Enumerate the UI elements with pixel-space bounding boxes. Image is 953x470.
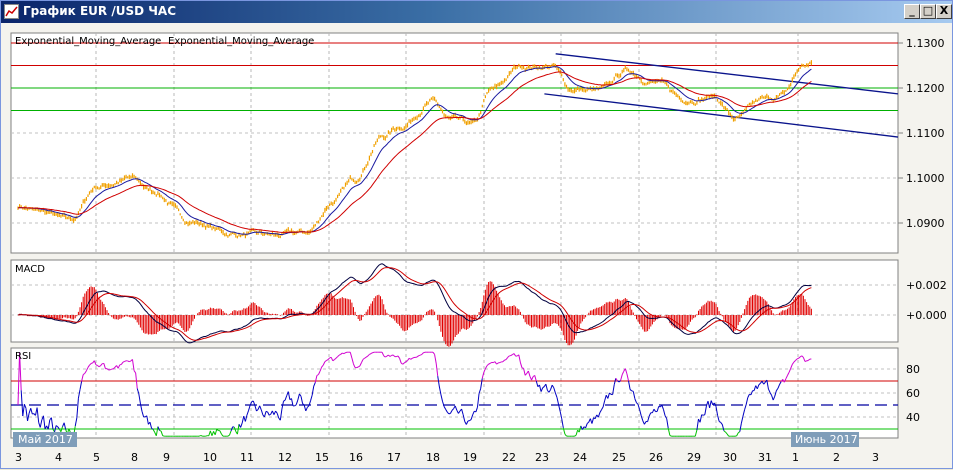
- x-tick-label: 3: [15, 451, 22, 464]
- rsi-line-segment: [201, 435, 203, 436]
- x-tick-label: 4: [55, 451, 62, 464]
- rsi-line-segment: [342, 353, 344, 354]
- x-tick-label: 31: [758, 451, 772, 464]
- macd-axis-label: +0.000: [906, 309, 947, 322]
- x-tick-label: 18: [426, 451, 440, 464]
- rsi-line-segment: [129, 361, 131, 362]
- month-label-june: Июнь 2017: [795, 433, 858, 446]
- macd-title: MACD: [15, 264, 45, 275]
- rsi-line-segment: [110, 369, 112, 370]
- rsi-line-segment: [96, 365, 98, 366]
- rsi-line-segment: [357, 367, 359, 368]
- x-tick-label: 9: [163, 451, 170, 464]
- rsi-line-segment: [125, 361, 127, 362]
- rsi-title: RSI: [15, 351, 31, 362]
- chart-window: График EUR /USD ЧАС _ □ X 34589101112151…: [0, 0, 953, 469]
- rsi-line-segment: [449, 413, 451, 414]
- rsi-line-segment: [423, 352, 425, 353]
- rsi-line-segment: [805, 361, 807, 362]
- x-tick-label: 19: [463, 451, 477, 464]
- rsi-line-segment: [632, 391, 634, 392]
- rsi-line-segment: [160, 430, 162, 431]
- x-tick-label: 25: [612, 451, 626, 464]
- rsi-line-segment: [420, 354, 422, 355]
- rsi-line-segment: [498, 363, 500, 364]
- rsi-line-segment: [522, 368, 524, 369]
- x-tick-label: 1: [792, 451, 799, 464]
- price-axis-label: 1.0900: [906, 217, 945, 230]
- x-tick-label: 30: [723, 451, 737, 464]
- rsi-line-segment: [206, 436, 208, 437]
- x-tick-label: 10: [203, 451, 217, 464]
- rsi-axis-label: 60: [906, 387, 920, 400]
- x-tick-label: 15: [315, 451, 329, 464]
- rsi-axis-label: 80: [906, 363, 920, 376]
- rsi-line-segment: [373, 352, 375, 353]
- x-tick-label: 22: [502, 451, 516, 464]
- rsi-line-segment: [266, 411, 268, 412]
- rsi-line-segment: [702, 415, 704, 416]
- macd-axis-label: +0.002: [906, 279, 947, 292]
- rsi-line-segment: [163, 436, 165, 437]
- rsi-axis-label: 40: [906, 411, 920, 424]
- month-label-may: Май 2017: [18, 433, 73, 446]
- x-tick-label: 5: [93, 451, 100, 464]
- chart-canvas[interactable]: 3458910111215161718192223242526293031123…: [1, 1, 953, 470]
- x-tick-label: 12: [278, 451, 292, 464]
- rsi-line-segment: [91, 363, 93, 364]
- price-axis-label: 1.1300: [906, 37, 945, 50]
- rsi-line-segment: [703, 415, 705, 416]
- x-tick-label: 8: [131, 451, 138, 464]
- x-tick-label: 23: [535, 451, 549, 464]
- legend-ema-1: Exponential_Moving_Average: [15, 36, 161, 47]
- x-tick-label: 16: [349, 451, 363, 464]
- rsi-line-segment: [489, 363, 491, 364]
- rsi-line-segment: [505, 360, 507, 361]
- legend-ema-2: Exponential_Moving_Average: [168, 36, 314, 47]
- price-axis-label: 1.1000: [906, 172, 945, 185]
- rsi-line-segment: [199, 435, 201, 436]
- price-axis-label: 1.1100: [906, 127, 945, 140]
- rsi-line-segment: [797, 358, 799, 359]
- price-axis-label: 1.1200: [906, 82, 945, 95]
- x-tick-label: 2: [833, 451, 840, 464]
- x-tick-label: 11: [240, 451, 254, 464]
- x-tick-label: 26: [649, 451, 663, 464]
- x-tick-label: 24: [573, 451, 587, 464]
- x-tick-label: 3: [872, 451, 879, 464]
- x-tick-label: 17: [387, 451, 401, 464]
- rsi-line-segment: [123, 361, 125, 362]
- rsi-line-segment: [500, 362, 502, 363]
- rsi-line-segment: [412, 357, 414, 358]
- x-tick-label: 29: [687, 451, 701, 464]
